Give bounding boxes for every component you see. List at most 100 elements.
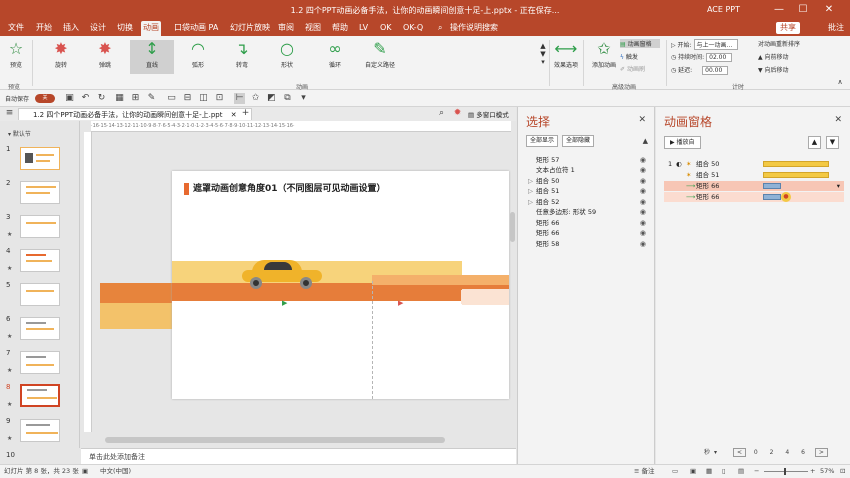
section-header[interactable]: ▾ 默认节 (8, 129, 31, 138)
trigger-button[interactable]: ϟ 触发 (620, 52, 660, 61)
search-icon[interactable]: ⌕ (436, 22, 444, 34)
tab-ok[interactable]: OK (378, 22, 394, 34)
mask-band-left[interactable] (100, 283, 172, 303)
slide-thumb-2[interactable] (20, 181, 60, 204)
undo-icon[interactable]: ↶ (80, 93, 91, 104)
star-icon[interactable]: ✩ (250, 93, 261, 104)
tab-insert[interactable]: 插入 (61, 22, 81, 34)
timeline-bar[interactable] (763, 172, 829, 178)
comment-icon[interactable]: ▭ (672, 465, 678, 478)
anim-row-group-50[interactable]: 1 ◐ ✶ 组合 50 (664, 159, 844, 169)
anim-row-rect-66[interactable]: ⟶ 矩形 66 ▾ (664, 181, 844, 191)
close-icon[interactable]: ✕ (638, 115, 646, 125)
fit-slide-icon[interactable]: ⊡ (840, 465, 845, 478)
anim-bounce[interactable]: ✸ 弹跳 (90, 40, 120, 70)
start-select[interactable]: 与上一动画... (693, 39, 738, 50)
multi-window-toggle[interactable]: ▤ 多窗口模式 (468, 109, 509, 119)
anim-row-rect-66-b[interactable]: ⟶ 矩形 66 ● (664, 192, 844, 202)
anim-turn[interactable]: ↴ 转弯 (227, 40, 257, 70)
notes-button[interactable]: ≡ 备注 (634, 465, 655, 478)
expand-icon[interactable]: ▷ (528, 197, 533, 207)
list-item[interactable]: 文本占位符 1 ◉ (526, 165, 652, 175)
share-button[interactable]: 共享 (776, 22, 800, 34)
anim-painter-button[interactable]: ✐ 动画刷 (620, 64, 660, 73)
show-all-button[interactable]: 全部显示 (526, 135, 559, 147)
path-end-marker[interactable]: ▶ (398, 299, 403, 307)
maximize-icon[interactable]: ☐ (794, 3, 812, 17)
notes-area[interactable]: 单击此处添加备注 (81, 448, 516, 464)
slide-thumb-7[interactable] (20, 351, 60, 374)
gallery-scroll[interactable]: ▲ ▼ ▾ (540, 42, 546, 66)
eye-icon[interactable]: ◉ (640, 228, 646, 238)
list-item[interactable]: ▷ 组合 50 ◉ (526, 176, 652, 186)
zoom-out-icon[interactable]: − (754, 465, 759, 478)
tab-ok-q[interactable]: OK-Q (401, 22, 425, 34)
more-icon[interactable]: ▾ (298, 93, 309, 104)
eye-icon[interactable]: ◉ (640, 239, 646, 249)
timeline-bar[interactable] (763, 161, 829, 167)
slide-title[interactable]: 遮罩动画创意角度01（不同图层可见动画设置） (184, 183, 386, 195)
path-start-marker[interactable]: ▶ (282, 299, 287, 307)
expand-icon[interactable]: ▷ (528, 176, 533, 186)
account-name[interactable]: ACE PPT (707, 5, 740, 14)
document-tab[interactable]: 1.2 四个PPT动画必备手法，让你的动画瞬间创意十足-上.ppt ✕ (18, 108, 252, 120)
scroll-right-icon[interactable]: > (814, 448, 828, 457)
scroll-left-icon[interactable]: < (732, 448, 746, 457)
tab-help[interactable]: 帮助 (330, 22, 350, 34)
search-icon[interactable]: ⌕ (436, 108, 447, 119)
move-down-button[interactable]: ▼ (826, 136, 839, 149)
reading-view-icon[interactable]: ▯ (722, 465, 726, 478)
light-band-right[interactable] (461, 290, 509, 304)
expand-icon[interactable]: ▷ (528, 186, 533, 196)
close-tab-icon[interactable]: ✕ (231, 111, 237, 119)
anim-pane-button[interactable]: ▤ 动画窗格 (620, 39, 660, 48)
car-graphic[interactable] (242, 260, 322, 290)
slide-thumb-8[interactable] (20, 384, 60, 407)
autosave-toggle[interactable]: 关 (35, 94, 55, 103)
slide-thumb-3[interactable] (20, 215, 60, 238)
eye-icon[interactable]: ◉ (640, 165, 646, 175)
zoom-slider[interactable] (764, 471, 808, 472)
menu-icon[interactable]: ≡ (4, 108, 15, 119)
anim-rotate[interactable]: ✸ 旋转 (46, 40, 76, 70)
hide-all-button[interactable]: 全部隐藏 (562, 135, 595, 147)
list-item[interactable]: 任意多边形: 形状 59 ◉ (526, 207, 652, 217)
list-item[interactable]: 矩形 66 ◉ (526, 228, 652, 238)
list-item[interactable]: 矩形 66 ◉ (526, 218, 652, 228)
eye-icon[interactable]: ◉ (640, 186, 646, 196)
list-item[interactable]: 矩形 57 ◉ (526, 155, 652, 165)
list-item[interactable]: ▷ 组合 51 ◉ (526, 186, 652, 196)
move-up-button[interactable]: ▲ (808, 136, 821, 149)
anim-row-group-51[interactable]: ✶ 组合 51 (664, 170, 844, 180)
move-later-button[interactable]: ▼ 向后移动 (758, 65, 818, 74)
normal-view-icon[interactable]: ▣ (690, 465, 696, 478)
eye-icon[interactable]: ◉ (640, 207, 646, 217)
slide-thumb-1[interactable] (20, 147, 60, 170)
new-tab-icon[interactable]: + (240, 108, 251, 119)
delay-input[interactable]: 00.00 (702, 66, 729, 75)
close-icon[interactable]: ✕ (834, 115, 842, 125)
anim-loop[interactable]: ∞ 循环 (320, 40, 350, 70)
comment-button[interactable]: 批注 (828, 22, 844, 34)
zoom-slider-thumb[interactable] (784, 468, 786, 475)
tab-review[interactable]: 审阅 (276, 22, 296, 34)
collapse-icon[interactable]: ▲ (643, 137, 648, 145)
layer-icon[interactable]: ⧉ (282, 93, 293, 104)
timeline-bar[interactable] (763, 183, 781, 189)
shape-icon[interactable]: ◩ (266, 93, 277, 104)
duration-input[interactable]: 02.00 (706, 53, 733, 62)
orange-wave[interactable] (172, 283, 509, 301)
tab-transitions[interactable]: 切换 (115, 22, 135, 34)
anim-shape[interactable]: ○ 形状 (272, 40, 302, 70)
tell-me-search[interactable]: 操作说明搜索 (448, 22, 500, 34)
anim-arc[interactable]: ◠ 弧形 (183, 40, 213, 70)
minimize-icon[interactable]: — (770, 3, 788, 17)
zoom-in-icon[interactable]: + (810, 465, 815, 478)
spellcheck-icon[interactable]: ▣ (82, 465, 88, 478)
eye-icon[interactable]: ◉ (640, 155, 646, 165)
timeline-bar[interactable] (763, 194, 781, 200)
line-path-icon[interactable]: ⊢ (234, 93, 245, 104)
slide-thumb-6[interactable] (20, 317, 60, 340)
list-item[interactable]: 矩形 58 ◉ (526, 239, 652, 249)
tab-animations[interactable]: 动画 (141, 21, 161, 36)
